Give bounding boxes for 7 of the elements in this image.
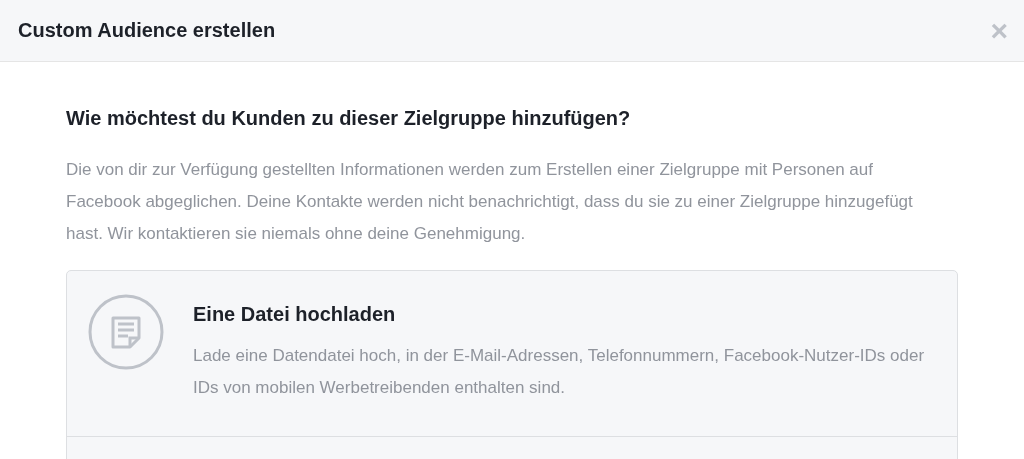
upload-option[interactable]: Eine Datei hochladen Lade eine Datendatei hoch, in der E-Mail-Adressen, Telefonnummern, Facebook-Nutzer-IDs oder IDs von mobilen Werbetreibenden enthalten sind. [67, 271, 957, 437]
intro-text: Die von dir zur Verfügung gestellten Informationen werden zum Erstellen einer Zielgruppe mit Personen auf Facebook abgeglichen. Deine Kontakte werden nicht benachrichtigt, dass du sie zu einer Zielgruppe hinzugefügt hast. Wir kontaktieren sie niemals ohne deine Genehmigung. [66, 159, 914, 245]
option-description: Lade eine Datendatei hoch, in der E-Mail-Adressen, Telefonnummern, Facebook-Nutzer-IDs oder IDs von mobilen Werbetreibenden enthalten sind. [193, 345, 926, 399]
section-heading: Wie möchtest du Kunden zu dieser Zielgruppe hinzufügen? [66, 106, 632, 131]
option-title: Eine Datei hochladen [193, 303, 397, 326]
dialog-title: Custom Audience erstellen [18, 19, 276, 42]
document-icon [87, 293, 165, 371]
